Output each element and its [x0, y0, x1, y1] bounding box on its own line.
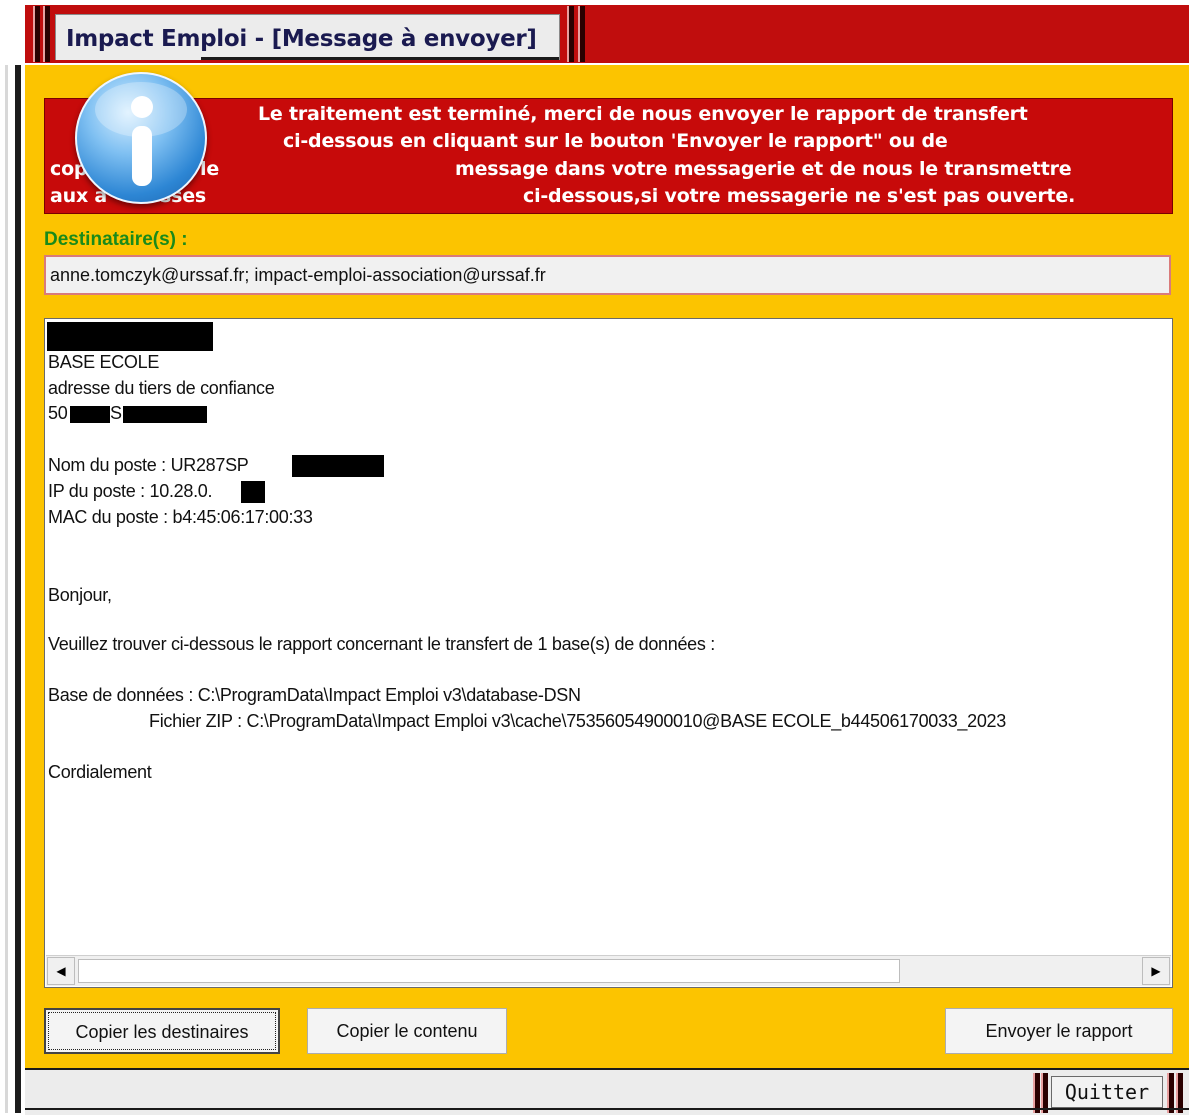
redacted-block: [70, 406, 110, 423]
edge-dark-line: [15, 60, 21, 1113]
recipients-value: anne.tomczyk@urssaf.fr; impact-emploi-as…: [50, 265, 546, 285]
redacted-block: [123, 406, 207, 423]
message-address: adresse du tiers de confiance: [48, 378, 275, 398]
message-intro: Veuillez trouver ci-dessous le rapport c…: [48, 634, 715, 654]
bottom-stripe: [1167, 1073, 1174, 1113]
quit-button[interactable]: Quitter: [1051, 1076, 1163, 1108]
redacted-block: [292, 455, 384, 477]
message-zip-line: Fichier ZIP : C:\ProgramData\Impact Empl…: [149, 711, 1006, 731]
copy-content-button[interactable]: Copier le contenu: [307, 1008, 507, 1054]
redacted-block: [241, 481, 265, 503]
title-bar: Impact Emploi - [Message à envoyer]: [0, 0, 1189, 65]
icon-dot: [131, 96, 153, 118]
message-city-prefix: 50: [48, 403, 68, 423]
title-stripe: [43, 6, 50, 62]
title-stripe: [33, 6, 40, 62]
edge-line: [5, 0, 8, 1113]
scroll-right-icon[interactable]: ▶: [1142, 957, 1170, 985]
banner-line-4: ci-dessous,si votre messagerie ne s'est …: [523, 185, 1076, 207]
info-banner: Le traitement est terminé, merci de nous…: [44, 98, 1173, 214]
recipients-field[interactable]: anne.tomczyk@urssaf.fr; impact-emploi-as…: [44, 255, 1171, 295]
message-org: BASE ECOLE: [48, 352, 160, 372]
message-closing: Cordialement: [48, 762, 152, 782]
recipients-label: Destinataire(s) :: [44, 229, 188, 250]
horizontal-scrollbar[interactable]: ◀ ▶: [46, 955, 1171, 986]
message-db-line: Base de données : C:\ProgramData\Impact …: [48, 685, 581, 705]
title-underline: [201, 57, 559, 60]
banner-line-3: message dans votre messagerie et de nous…: [455, 158, 1072, 180]
message-poste-name: Nom du poste : UR287SP: [48, 455, 249, 475]
copy-recipients-button[interactable]: Copier les destinaires: [44, 1008, 280, 1054]
title-stripe: [578, 6, 585, 62]
window-left-edge: [0, 0, 25, 1113]
bottom-stripe: [1033, 1073, 1040, 1113]
scroll-thumb[interactable]: [78, 959, 900, 983]
bottom-stripe: [1041, 1073, 1048, 1113]
window-title-tab[interactable]: Impact Emploi - [Message à envoyer]: [55, 14, 560, 60]
banner-line-2: ci-dessous en cliquant sur le bouton 'En…: [283, 130, 948, 152]
message-body[interactable]: BASE ECOLE adresse du tiers de confiance…: [44, 318, 1173, 988]
message-city-letter: S: [110, 403, 122, 423]
send-report-button[interactable]: Envoyer le rapport: [945, 1008, 1173, 1054]
message-poste-ip: IP du poste : 10.28.0.: [48, 481, 213, 501]
title-stripe: [567, 6, 574, 62]
icon-bar: [132, 126, 152, 186]
info-icon: [75, 72, 207, 204]
window-title: Impact Emploi - [Message à envoyer]: [66, 26, 537, 52]
bottom-stripe: [1176, 1073, 1183, 1113]
message-greeting: Bonjour,: [48, 585, 112, 605]
bottom-border: [25, 1108, 1189, 1110]
banner-line-1: Le traitement est terminé, merci de nous…: [258, 103, 1028, 125]
scroll-left-icon[interactable]: ◀: [47, 957, 75, 985]
banner-line-3-left-b: le: [200, 158, 219, 180]
redacted-block: [47, 322, 213, 351]
message-poste-mac: MAC du poste : b4:45:06:17:00:33: [48, 507, 313, 527]
